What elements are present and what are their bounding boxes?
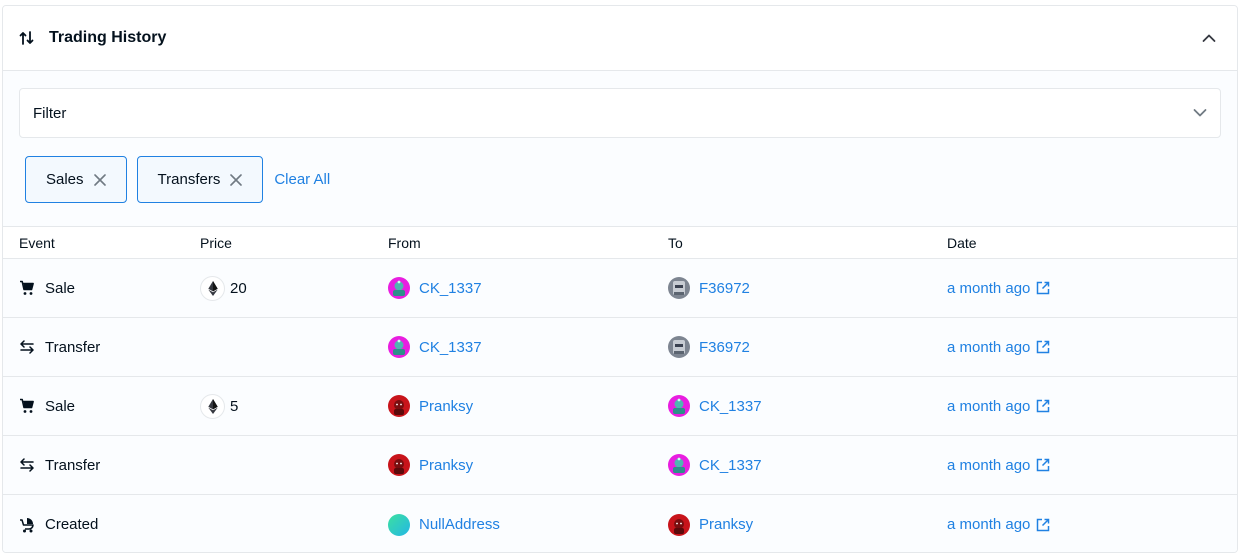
- chevron-up-icon: [1202, 34, 1216, 42]
- date-cell: a month ago: [947, 339, 1237, 356]
- price-value: 20: [230, 279, 247, 297]
- date-link[interactable]: a month ago: [947, 457, 1030, 474]
- date-cell: a month ago: [947, 280, 1237, 297]
- panel-title: Trading History: [49, 29, 167, 46]
- column-header-from: From: [388, 234, 421, 251]
- chip-transfers[interactable]: Transfers: [136, 156, 264, 203]
- filter-dropdown[interactable]: Filter: [19, 88, 1221, 138]
- from-cell: CK_1337: [388, 277, 668, 299]
- event-label: Sale: [45, 397, 76, 415]
- date-link[interactable]: a month ago: [947, 398, 1030, 415]
- external-link-icon[interactable]: [1036, 281, 1050, 295]
- from-cell: Pranksy: [388, 395, 668, 417]
- to-user-link[interactable]: F36972: [699, 339, 750, 356]
- event-label: Transfer: [45, 456, 101, 474]
- to-user-link[interactable]: Pranksy: [699, 516, 753, 533]
- date-link[interactable]: a month ago: [947, 339, 1030, 356]
- table-row: Sale 20 CK_1337 F36972 a month ago: [3, 259, 1237, 318]
- from-cell: CK_1337: [388, 336, 668, 358]
- filter-area: Filter Sales Transfers Clear All: [3, 71, 1237, 227]
- to-user-link[interactable]: CK_1337: [699, 398, 762, 415]
- to-cell: F36972: [668, 277, 947, 299]
- cart-icon: [19, 398, 35, 414]
- from-cell: Pranksy: [388, 454, 668, 476]
- table-row: Created NullAddress Pranksy a month ago: [3, 495, 1237, 552]
- ethereum-icon: [200, 275, 225, 301]
- event-label: Sale: [45, 279, 76, 297]
- date-cell: a month ago: [947, 398, 1237, 415]
- close-icon[interactable]: [93, 173, 106, 186]
- event-cell: Created: [3, 516, 200, 533]
- panel-header[interactable]: Trading History: [3, 6, 1237, 71]
- avatar: [668, 277, 690, 299]
- price-cell: 5: [200, 393, 388, 419]
- column-header-event: Event: [19, 234, 55, 251]
- external-link-icon[interactable]: [1036, 399, 1050, 413]
- close-icon[interactable]: [230, 173, 243, 186]
- event-label: Created: [45, 516, 99, 533]
- event-cell: Sale: [3, 280, 200, 297]
- avatar: [668, 395, 690, 417]
- avatar: [668, 336, 690, 358]
- filter-dropdown-label: Filter: [33, 104, 67, 122]
- avatar: [388, 336, 410, 358]
- from-user-link[interactable]: CK_1337: [419, 339, 482, 356]
- price-value: 5: [230, 397, 239, 415]
- chip-label: Sales: [46, 171, 84, 188]
- ethereum-icon: [200, 393, 225, 419]
- column-header-to: To: [668, 234, 683, 251]
- from-user-link[interactable]: Pranksy: [419, 398, 473, 415]
- avatar: [388, 513, 410, 536]
- avatar: [388, 395, 410, 417]
- from-user-link[interactable]: Pranksy: [419, 457, 473, 474]
- chip-label: Transfers: [157, 171, 221, 188]
- transfer-icon: [19, 339, 35, 355]
- event-cell: Transfer: [3, 457, 200, 474]
- price-cell: 20: [200, 275, 388, 301]
- chip-sales[interactable]: Sales: [25, 156, 127, 203]
- collapse-button[interactable]: [1197, 26, 1221, 50]
- from-cell: NullAddress: [388, 513, 668, 536]
- date-link[interactable]: a month ago: [947, 516, 1030, 533]
- clear-all-link[interactable]: Clear All: [274, 171, 330, 188]
- from-user-link[interactable]: CK_1337: [419, 280, 482, 297]
- to-cell: Pranksy: [668, 513, 947, 536]
- chevron-down-icon: [1193, 108, 1207, 118]
- trading-history-panel: Trading History Filter Sales Transfers C…: [2, 5, 1238, 553]
- avatar: [388, 277, 410, 299]
- from-user-link[interactable]: NullAddress: [419, 516, 500, 533]
- date-link[interactable]: a month ago: [947, 280, 1030, 297]
- stroller-icon: [19, 517, 35, 533]
- filter-chips: Sales Transfers Clear All: [19, 156, 1221, 203]
- to-cell: F36972: [668, 336, 947, 358]
- avatar: [668, 513, 690, 536]
- column-header-price: Price: [200, 234, 232, 251]
- column-header-date: Date: [947, 234, 977, 251]
- transfer-icon: [19, 457, 35, 473]
- external-link-icon[interactable]: [1036, 340, 1050, 354]
- event-label: Transfer: [45, 338, 101, 356]
- date-cell: a month ago: [947, 457, 1237, 474]
- date-cell: a month ago: [947, 516, 1237, 533]
- table-row: Transfer CK_1337 F36972 a month ago: [3, 318, 1237, 377]
- cart-icon: [19, 280, 35, 296]
- to-cell: CK_1337: [668, 454, 947, 476]
- to-cell: CK_1337: [668, 395, 947, 417]
- event-cell: Sale: [3, 398, 200, 415]
- external-link-icon[interactable]: [1036, 458, 1050, 472]
- to-user-link[interactable]: CK_1337: [699, 457, 762, 474]
- avatar: [668, 454, 690, 476]
- trading-history-table: Event Price From To Date Sale 20 CK_1337…: [3, 227, 1237, 552]
- to-user-link[interactable]: F36972: [699, 280, 750, 297]
- avatar: [388, 454, 410, 476]
- table-row: Transfer Pranksy CK_1337 a month ago: [3, 436, 1237, 495]
- table-header: Event Price From To Date: [3, 227, 1237, 259]
- table-row: Sale 5 Pranksy CK_1337 a month ago: [3, 377, 1237, 436]
- swap-vertical-icon: [19, 29, 35, 47]
- external-link-icon[interactable]: [1036, 518, 1050, 532]
- event-cell: Transfer: [3, 339, 200, 356]
